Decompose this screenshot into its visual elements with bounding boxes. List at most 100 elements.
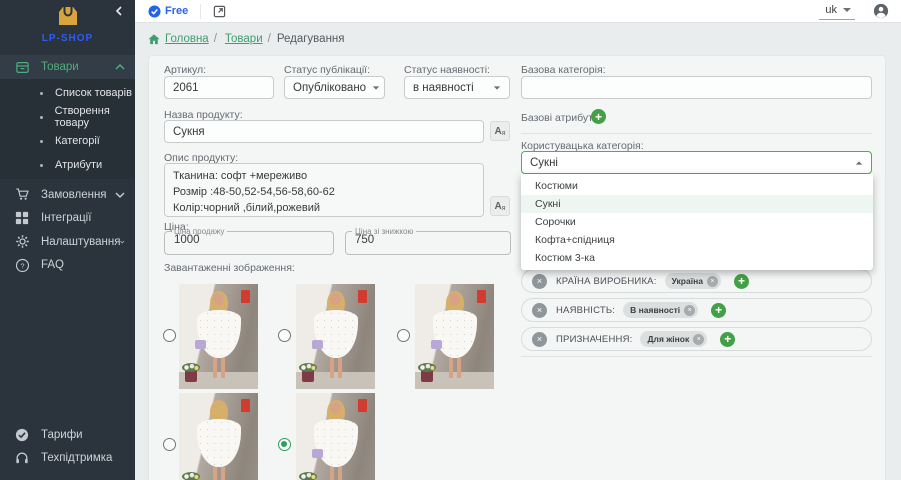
sidebar-item-categories[interactable]: Категорії: [0, 129, 135, 153]
sidebar: LP-SHOP Товари Список товарів Створення …: [0, 0, 135, 480]
add-attribute-value-button[interactable]: +: [711, 303, 726, 318]
images-label: Завантаженні зображення:: [164, 262, 295, 274]
sidebar-item-product-list[interactable]: Список товарів: [0, 81, 135, 105]
remove-attribute-icon[interactable]: ×: [532, 274, 547, 289]
product-image-3[interactable]: [415, 284, 494, 389]
chevron-down-icon: [494, 86, 500, 89]
attribute-name: НАЯВНІСТЬ:: [556, 305, 615, 316]
custom-category-value: Сукні: [530, 157, 855, 169]
attribute-row-availability: × НАЯВНІСТЬ: В наявності × +: [521, 298, 872, 322]
dropdown-option-kostiumy[interactable]: Костюми: [521, 177, 873, 195]
sidebar-subitem-label: Створення товару: [55, 105, 135, 129]
product-name-input[interactable]: [164, 120, 484, 143]
remove-value-icon[interactable]: ×: [693, 334, 704, 345]
add-attribute-value-button[interactable]: +: [734, 274, 749, 289]
sidebar-item-label: Товари: [41, 61, 115, 73]
discount-price-field[interactable]: Ціна зі знижкою 750: [345, 227, 511, 255]
product-image-5[interactable]: [296, 393, 375, 480]
attribute-value-chip: Україна ×: [665, 273, 721, 289]
image-radio-4[interactable]: [163, 438, 176, 451]
dropdown-option-kofta[interactable]: Кофта+спідниця: [521, 231, 873, 249]
dropdown-option-sukni[interactable]: Сукні: [521, 195, 873, 213]
publish-status-select[interactable]: Опубліковано: [284, 76, 385, 99]
bullet-icon: [40, 92, 43, 95]
watermark-tag: [477, 290, 486, 303]
sidebar-item-product-create[interactable]: Створення товару: [0, 105, 135, 129]
attribute-row-purpose: × ПРИЗНАЧЕННЯ: Для жінок × +: [521, 327, 872, 351]
breadcrumb-separator: /: [214, 33, 217, 45]
translate-button[interactable]: Aя: [490, 196, 510, 216]
discount-price-value: 750: [346, 234, 510, 246]
language-select[interactable]: uk: [819, 2, 855, 20]
sale-price-field[interactable]: Ціна продажу 1000: [164, 227, 334, 255]
user-avatar-icon[interactable]: [873, 3, 889, 19]
watermark-tag: [358, 290, 367, 303]
stock-status-select[interactable]: в наявності: [404, 76, 510, 99]
sidebar-item-tariffs[interactable]: Тарифи: [0, 423, 135, 447]
image-radio-5[interactable]: [278, 438, 291, 451]
product-image-4[interactable]: [179, 393, 258, 480]
headset-icon: [14, 450, 30, 466]
image-radio-3[interactable]: [397, 329, 410, 342]
sidebar-subitem-label: Список товарів: [55, 87, 132, 99]
sidebar-subitem-label: Атрибути: [55, 159, 102, 171]
image-radio-1[interactable]: [163, 329, 176, 342]
sidebar-collapse-button[interactable]: [113, 4, 125, 22]
svg-text:?: ?: [20, 261, 24, 270]
remove-attribute-icon[interactable]: ×: [532, 332, 547, 347]
remove-attribute-icon[interactable]: ×: [532, 303, 547, 318]
translate-button[interactable]: Aя: [490, 121, 510, 141]
base-category-label: Базова категорія:: [521, 64, 606, 76]
watermark-tag: [241, 399, 250, 412]
attribute-name: КРАЇНА ВИРОБНИКА:: [556, 276, 657, 287]
attribute-value: В наявності: [630, 305, 680, 315]
topbar: Free uk: [135, 0, 901, 23]
stock-status-label: Статус наявності:: [404, 64, 490, 76]
add-attribute-value-button[interactable]: +: [720, 332, 735, 347]
divider: [521, 356, 872, 357]
remove-value-icon[interactable]: ×: [684, 305, 695, 316]
translate-icon: A: [494, 201, 501, 212]
plan-badge[interactable]: Free: [148, 5, 188, 18]
sidebar-item-faq[interactable]: ? FAQ: [0, 254, 135, 278]
chevron-left-icon: [113, 5, 125, 17]
app-root: LP-SHOP Товари Список товарів Створення …: [0, 0, 901, 480]
breadcrumb-section-link[interactable]: Товари: [225, 33, 263, 45]
remove-value-icon[interactable]: ×: [707, 276, 718, 287]
image-radio-2[interactable]: [278, 329, 291, 342]
add-base-attribute-button[interactable]: +: [591, 109, 606, 124]
dropdown-option-sorochky[interactable]: Сорочки: [521, 213, 873, 231]
sidebar-item-label: FAQ: [41, 259, 125, 271]
breadcrumb-home-link[interactable]: Головна: [165, 33, 209, 45]
sidebar-item-integrations[interactable]: Інтеграції: [0, 207, 135, 231]
product-box-icon: [14, 59, 30, 75]
chevron-up-icon: [115, 63, 125, 71]
sidebar-item-attributes[interactable]: Атрибути: [0, 153, 135, 177]
external-link-icon: [213, 5, 226, 18]
product-image-1[interactable]: [179, 284, 258, 389]
stock-status-value: в наявності: [413, 82, 487, 94]
description-textarea[interactable]: Тканина: софт +мереживо Розмір :48-50,52…: [164, 163, 484, 217]
sidebar-item-label: Техпідтримка: [41, 452, 125, 464]
chevron-down-icon: [115, 191, 125, 199]
sidebar-item-settings[interactable]: Налаштування: [0, 230, 135, 254]
open-storefront-button[interactable]: [213, 5, 226, 18]
sidebar-item-orders[interactable]: Замовлення: [0, 183, 135, 207]
chevron-down-icon: [373, 86, 379, 89]
product-image-2[interactable]: [296, 284, 375, 389]
custom-category-select[interactable]: Сукні: [521, 151, 872, 174]
breadcrumb-separator: /: [268, 33, 271, 45]
sidebar-item-label: Налаштування: [41, 236, 120, 248]
sidebar-item-support[interactable]: Техпідтримка: [0, 447, 135, 471]
dropdown-option-kostium3[interactable]: Костюм 3-ка: [521, 249, 873, 267]
sku-input[interactable]: [164, 76, 274, 99]
sidebar-item-products[interactable]: Товари: [0, 55, 135, 79]
base-category-input[interactable]: [521, 76, 872, 99]
watermark-tag: [358, 399, 367, 412]
attribute-value-chip: В наявності ×: [623, 302, 698, 318]
attribute-name: ПРИЗНАЧЕННЯ:: [556, 334, 632, 345]
sidebar-item-label: Замовлення: [41, 189, 115, 201]
topbar-divider: [200, 4, 201, 19]
cart-icon: [14, 187, 30, 203]
chevron-down-icon: [843, 8, 851, 12]
